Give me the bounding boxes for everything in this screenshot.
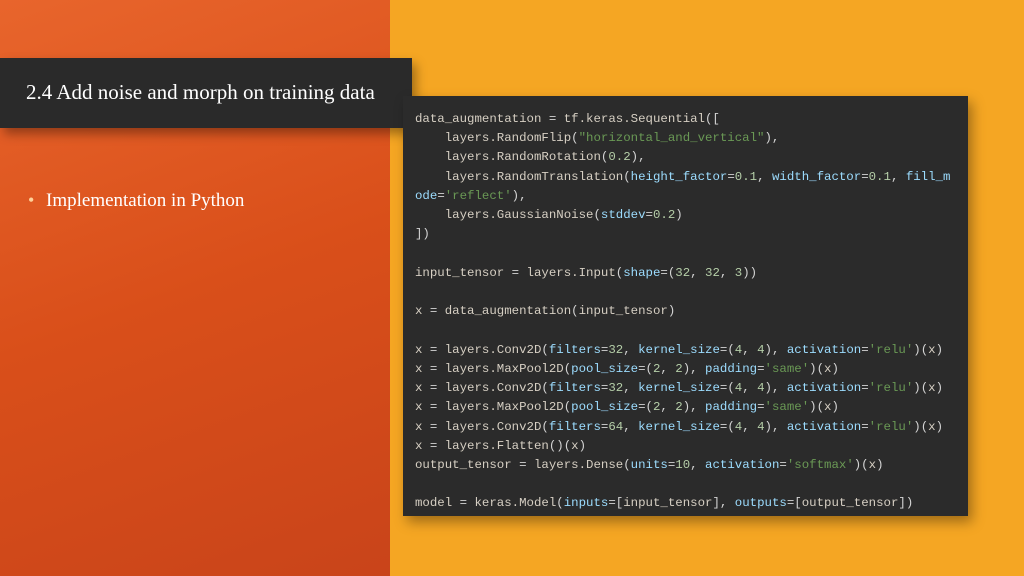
code-content: data_augmentation = tf.keras.Sequential(…	[415, 110, 956, 514]
bullet-text: Implementation in Python	[46, 190, 244, 211]
bullet-item: Implementation in Python	[28, 190, 368, 212]
slide-title: 2.4 Add noise and morph on training data	[26, 80, 375, 104]
bullet-list: Implementation in Python	[28, 190, 368, 222]
slide-title-box: 2.4 Add noise and morph on training data	[0, 58, 412, 128]
code-block: data_augmentation = tf.keras.Sequential(…	[403, 96, 968, 516]
slide: 2.4 Add noise and morph on training data…	[0, 0, 1024, 576]
